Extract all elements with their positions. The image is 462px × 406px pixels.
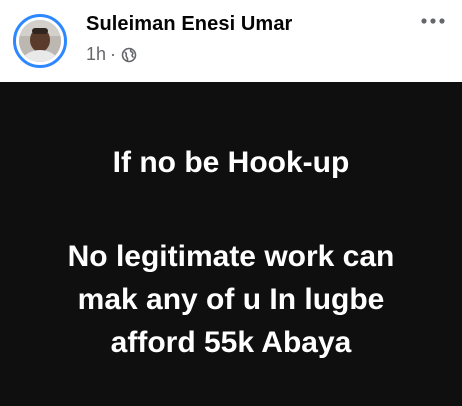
post-text-line: If no be Hook-up [112,146,350,179]
post-text-line: No legitimate work can [67,240,395,273]
profile-photo-icon [19,20,61,62]
facebook-post: Suleiman Enesi Umar 1h · If no be Hook-u… [0,0,462,406]
post-text-line: afford 55k Abaya [110,326,352,359]
post-header: Suleiman Enesi Umar 1h · [0,0,462,82]
author-name[interactable]: Suleiman Enesi Umar [86,13,292,36]
more-options-button[interactable] [416,8,450,34]
post-text-line: mak any of u In lugbe [77,283,385,316]
more-horizontal-icon [421,18,445,24]
globe-icon[interactable] [121,47,137,63]
post-text-background: If no be Hook-up No legitimate work can … [0,82,462,406]
author-avatar[interactable] [13,14,67,68]
meta-separator: · [110,44,117,64]
post-timestamp[interactable]: 1h [86,44,106,65]
post-meta: 1h · [86,44,137,65]
